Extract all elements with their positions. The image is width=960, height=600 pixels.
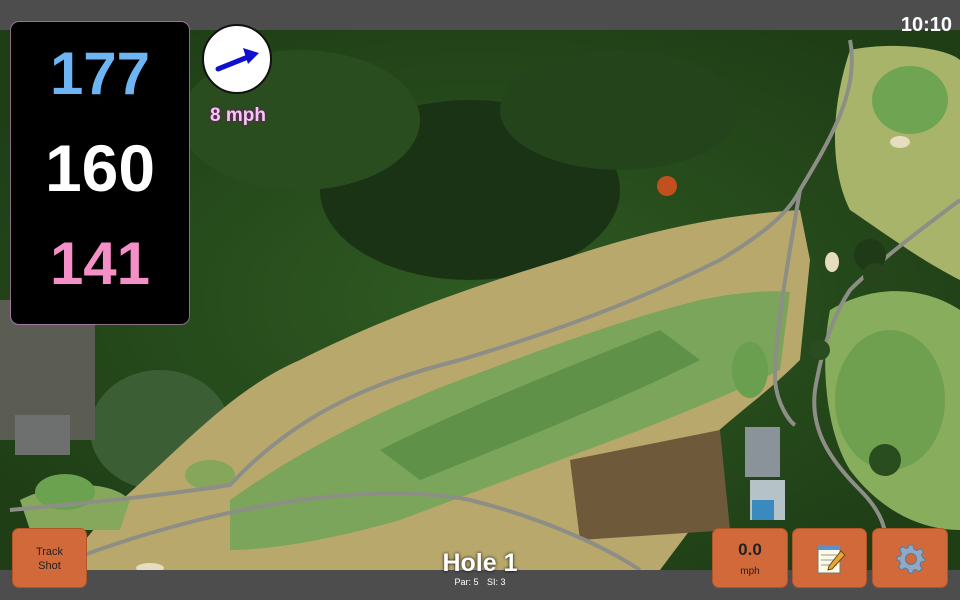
track-shot-label-line1: Track bbox=[35, 546, 64, 558]
scorecard-notes-button[interactable] bbox=[792, 528, 867, 588]
wind-button-value: 0.0 bbox=[738, 540, 762, 559]
back-of-green-distance: 177 bbox=[49, 40, 151, 107]
front-of-green-distance: 141 bbox=[49, 230, 151, 297]
settings-button[interactable] bbox=[872, 528, 948, 588]
track-shot-button[interactable]: Track Shot bbox=[12, 528, 87, 588]
distance-panel: 177 160 141 bbox=[11, 22, 189, 324]
wind-speed-label: 8 mph bbox=[210, 105, 266, 126]
wind-direction-dial bbox=[202, 24, 272, 94]
wind-button-unit: mph bbox=[740, 566, 760, 577]
track-shot-label-line2: Shot bbox=[38, 560, 61, 572]
hole-stroke-index: SI: 3 bbox=[487, 577, 506, 587]
wind-arrow-icon bbox=[215, 48, 259, 72]
notepad-icon bbox=[817, 545, 846, 574]
middle-of-green-distance: 160 bbox=[44, 131, 156, 205]
hole-title: Hole 1 bbox=[442, 549, 518, 577]
wind-speed-button[interactable]: 0.0 mph bbox=[712, 528, 788, 588]
hole-par: Par: 5 bbox=[454, 577, 479, 587]
gear-icon bbox=[896, 544, 926, 574]
clock: 10:10 bbox=[900, 14, 952, 36]
hole-info: Par: 5 SI: 3 bbox=[400, 577, 560, 587]
